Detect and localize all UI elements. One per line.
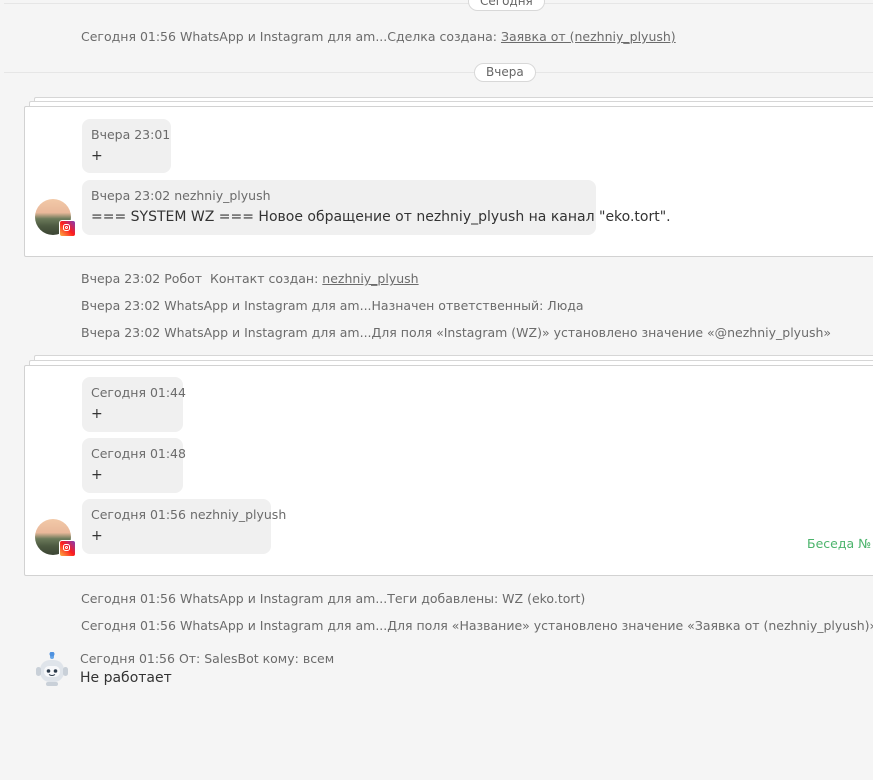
event-time: Вчера 23:02: [81, 325, 161, 340]
message-bubble: Сегодня 01:56 nezhniy_plyush +: [82, 499, 286, 554]
salesbot-meta: Сегодня 01:56 От: SalesBot кому: всем: [80, 651, 335, 666]
day-label-yesterday: Вчера: [474, 63, 536, 82]
event-deal-created: Сегодня 01:56 WhatsApp и Instagram для a…: [81, 29, 676, 44]
conversation-card-1[interactable]: Вчера 23:01 + Вчера 23:02 nezhniy_plyush…: [24, 106, 873, 257]
event-action: Сделка создана:: [387, 29, 497, 44]
deal-link[interactable]: Заявка от (nezhniy_plyush): [501, 29, 676, 44]
event-source: WhatsApp и Instagram для am...: [164, 325, 372, 340]
event-tags-added: Сегодня 01:56 WhatsApp и Instagram для a…: [81, 591, 585, 606]
message-bubble: Сегодня 01:44 +: [82, 377, 186, 432]
message-meta: Сегодня 01:56 nezhniy_plyush: [91, 507, 287, 522]
conversation-link[interactable]: Беседа № А: [807, 536, 873, 551]
instagram-icon: [59, 540, 76, 557]
conversation-card-2[interactable]: Сегодня 01:44 + Сегодня 01:48 + Сегодня …: [24, 365, 873, 576]
message-meta: Сегодня 01:48: [91, 446, 186, 461]
message-bubble: Сегодня 01:48 +: [82, 438, 186, 493]
event-source: WhatsApp и Instagram для am...: [164, 298, 372, 313]
event-source: WhatsApp и Instagram для am...: [179, 591, 388, 606]
event-action: Теги добавлены: WZ (eko.tort): [387, 591, 586, 606]
event-source: Робот: [164, 271, 203, 286]
instagram-icon: [59, 220, 76, 237]
robot-icon: [36, 652, 68, 686]
message-text: === SYSTEM WZ === Новое обращение от nez…: [91, 209, 671, 225]
event-time: Сегодня 01:56: [81, 591, 176, 606]
event-time: Вчера 23:02: [81, 271, 161, 286]
event-action: Контакт создан:: [210, 271, 319, 286]
contact-link[interactable]: nezhniy_plyush: [322, 271, 418, 286]
event-name-field-set: Сегодня 01:56 WhatsApp и Instagram для a…: [81, 618, 873, 633]
event-action: Назначен ответственный: Люда: [371, 298, 584, 313]
message-text: +: [91, 528, 103, 544]
message-text: +: [91, 406, 103, 422]
event-action: Для поля «Название» установлено значение…: [387, 618, 873, 633]
event-source: WhatsApp и Instagram для am...: [179, 29, 388, 44]
message-bubble: Вчера 23:02 nezhniy_plyush === SYSTEM WZ…: [82, 180, 671, 235]
message-text: +: [91, 148, 103, 164]
event-field-set: Вчера 23:02 WhatsApp и Instagram для am.…: [81, 325, 831, 340]
event-responsible-assigned: Вчера 23:02 WhatsApp и Instagram для am.…: [81, 298, 584, 313]
salesbot-message-text: Не работает: [80, 670, 172, 686]
message-meta: Сегодня 01:44: [91, 385, 186, 400]
event-time: Вчера 23:02: [81, 298, 161, 313]
message-meta: Вчера 23:01: [91, 127, 171, 142]
message-text: +: [91, 467, 103, 483]
message-meta: Вчера 23:02 nezhniy_plyush: [91, 188, 271, 203]
day-divider-yesterday: [4, 72, 873, 73]
event-time: Сегодня 01:56: [81, 618, 176, 633]
message-bubble: Вчера 23:01 +: [82, 119, 171, 173]
day-label-today: Сегодня: [468, 0, 545, 11]
day-divider-today: [4, 3, 873, 4]
event-contact-created: Вчера 23:02 Робот Контакт создан: nezhni…: [81, 271, 419, 286]
event-source: WhatsApp и Instagram для am...: [179, 618, 388, 633]
event-time: Сегодня 01:56: [81, 29, 176, 44]
event-action: Для поля «Instagram (WZ)» установлено зн…: [371, 325, 832, 340]
